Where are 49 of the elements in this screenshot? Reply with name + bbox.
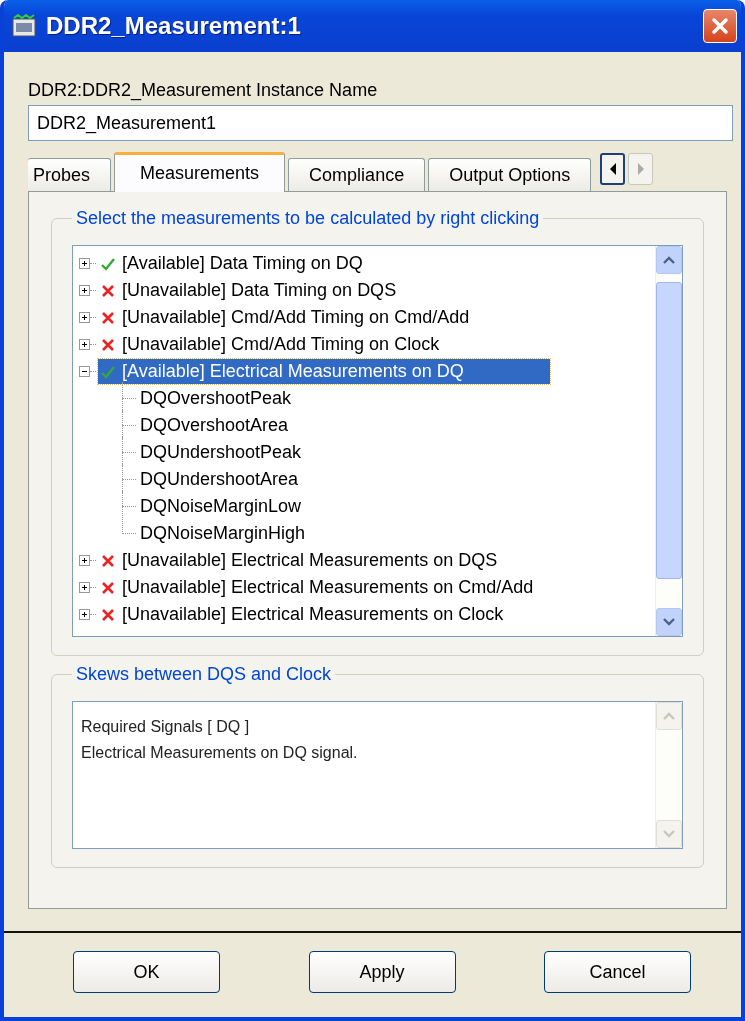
tree-item[interactable]: DQNoiseMarginHigh xyxy=(140,523,306,544)
expander-icon[interactable] xyxy=(79,339,90,350)
tree-item[interactable]: DQOvershootArea xyxy=(140,415,289,436)
tree-item[interactable]: [Unavailable] Electrical Measurements on Cmd/Add xyxy=(98,575,538,600)
down-chevron-icon xyxy=(662,617,676,627)
tab[interactable]: Output Options xyxy=(428,158,592,191)
group-title: Select the measurements to be calculated by right clicking xyxy=(75,208,541,229)
down-chevron-icon xyxy=(662,829,676,839)
tree-item[interactable]: [Unavailable] Data Timing on DQS xyxy=(98,278,401,303)
expander-icon[interactable] xyxy=(79,258,90,269)
description-text: Required Signals [ DQ ] xyxy=(81,717,251,737)
scroll-up-button[interactable] xyxy=(656,246,682,274)
up-chevron-icon xyxy=(662,711,676,721)
expander-icon[interactable] xyxy=(79,312,90,323)
close-button[interactable] xyxy=(703,9,737,43)
tree-item[interactable]: [Available] Data Timing on DQ xyxy=(98,251,367,276)
tree-item[interactable]: DQUndershootArea xyxy=(140,469,299,490)
tree-item[interactable]: [Unavailable] Cmd/Add Timing on Clock xyxy=(98,332,444,357)
expander-icon[interactable] xyxy=(79,366,90,377)
tree-item[interactable]: [Available] Electrical Measurements on DQ xyxy=(98,359,550,384)
tab[interactable]: Compliance xyxy=(288,158,426,191)
expander-icon[interactable] xyxy=(79,555,90,566)
tree-item[interactable]: [Unavailable] Electrical Measurements on Clock xyxy=(98,602,508,627)
description-text: Electrical Measurements on DQ signal. xyxy=(81,743,359,763)
instance-name-field[interactable]: DDR2_Measurement1 xyxy=(28,105,733,141)
tab[interactable]: Probes xyxy=(28,158,112,191)
tree-item[interactable]: DQUndershootPeak xyxy=(140,442,302,463)
scroll-thumb[interactable] xyxy=(656,282,682,579)
scrollbar[interactable] xyxy=(655,246,682,636)
dialog-button[interactable]: Cancel xyxy=(544,951,691,993)
right-triangle-icon xyxy=(635,162,646,176)
tree-item[interactable]: [Unavailable] Cmd/Add Timing on Cmd/Add xyxy=(98,305,474,330)
scroll-down-button[interactable] xyxy=(656,608,682,636)
expander-icon[interactable] xyxy=(79,609,90,620)
window-title: DDR2_Measurement:1 xyxy=(46,12,302,40)
dialog-button[interactable]: Apply xyxy=(308,951,456,993)
expander-icon[interactable] xyxy=(79,582,90,593)
tree-item[interactable]: [Unavailable] Electrical Measurements on DQS xyxy=(98,548,502,573)
instance-label: DDR2:DDR2_Measurement Instance Name xyxy=(28,80,379,101)
tab[interactable]: Measurements xyxy=(114,152,286,192)
expander-icon[interactable] xyxy=(79,285,90,296)
up-chevron-icon xyxy=(662,255,676,265)
tree-item[interactable]: DQNoiseMarginLow xyxy=(140,496,302,517)
group-title: Skews between DQS and Clock xyxy=(75,664,333,685)
app-icon xyxy=(12,14,36,38)
tree-item[interactable]: DQOvershootPeak xyxy=(140,388,292,409)
close-icon xyxy=(709,15,731,37)
dialog-button[interactable]: OK xyxy=(73,951,220,993)
tab-scroll-left-button[interactable] xyxy=(600,153,626,185)
